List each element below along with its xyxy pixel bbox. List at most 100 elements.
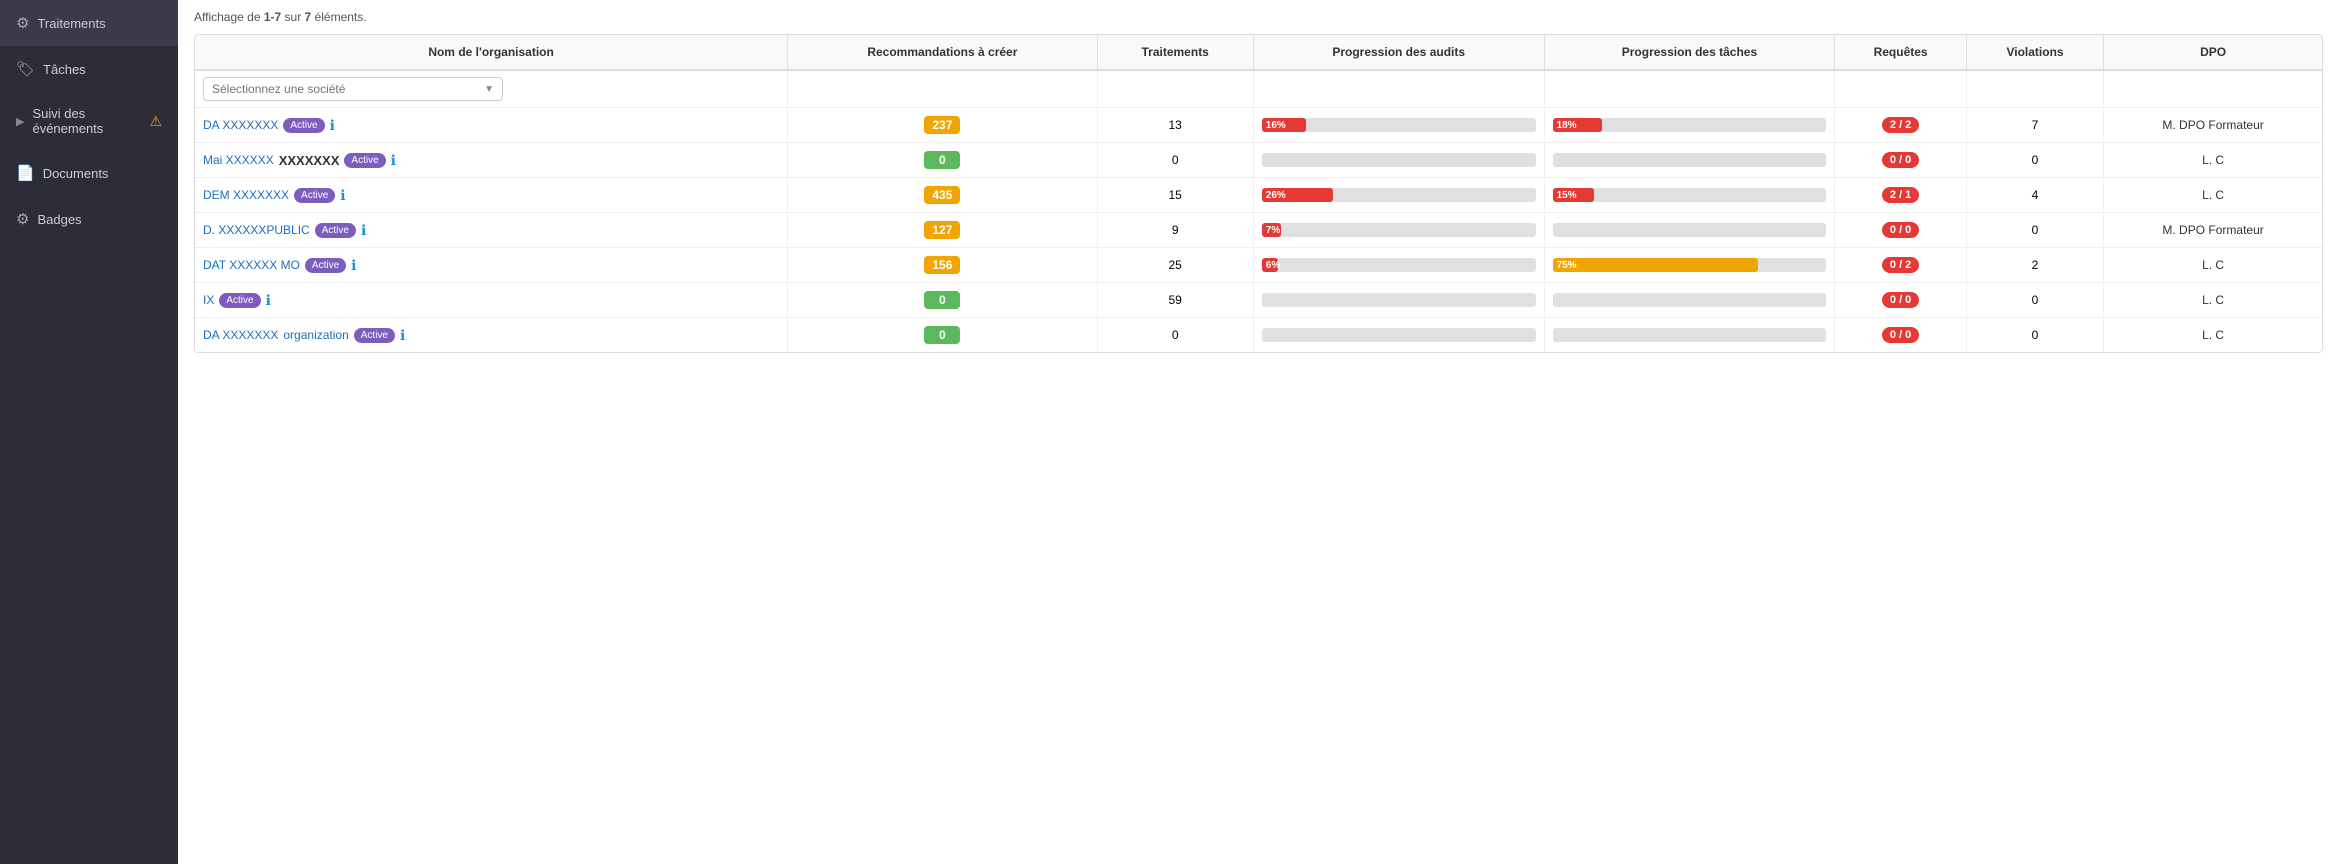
rec-cell: 435	[788, 178, 1097, 213]
violations-cell: 7	[1966, 108, 2103, 143]
audit-progress-container	[1262, 153, 1536, 167]
org-filter-container[interactable]: ▼	[203, 77, 503, 101]
req-cell: 0 / 0	[1835, 143, 1967, 178]
main-content: Affichage de 1-7 sur 7 éléments. Nom de …	[178, 0, 2339, 864]
org-name-cell: DA XXXXXXX Activeℹ	[195, 108, 788, 143]
org-name-cell: DAT XXXXXX MO Activeℹ	[195, 248, 788, 283]
task-progress-container	[1553, 223, 1827, 237]
info-icon[interactable]: ℹ	[266, 292, 271, 309]
audit-progress-label: 16%	[1266, 118, 1286, 132]
filter-row: ▼	[195, 70, 2322, 108]
col-traitements: Traitements	[1097, 35, 1253, 70]
rec-badge: 0	[924, 326, 960, 344]
traitements-cell: 25	[1097, 248, 1253, 283]
audit-progress-bar: 7%	[1262, 223, 1281, 237]
req-badge: 2 / 1	[1882, 187, 1919, 203]
data-table-container: Nom de l'organisation Recommandations à …	[194, 34, 2323, 353]
info-icon[interactable]: ℹ	[330, 117, 335, 134]
org-name-group: DAT XXXXXX MO Activeℹ	[203, 257, 779, 274]
org-extra-text: XXXXXXX	[279, 153, 340, 168]
table-row: DAT XXXXXX MOActiveℹ156256%75%0 / 22L. C	[195, 248, 2322, 283]
task-progress-container	[1553, 328, 1827, 342]
dpo-cell: L. C	[2104, 283, 2322, 318]
info-icon[interactable]: ℹ	[400, 327, 405, 344]
sidebar-item-suivi[interactable]: ▶ Suivi des événements ⚠	[0, 92, 178, 150]
sidebar: ⚙ Traitements 🏷 Tâches ▶ Suivi des événe…	[0, 0, 178, 864]
active-badge: Active	[283, 118, 324, 133]
req-cell: 0 / 0	[1835, 318, 1967, 353]
audit-progress-label: 6%	[1266, 258, 1280, 272]
task-progress-bar: 75%	[1553, 258, 1758, 272]
audit-progress-container: 26%	[1262, 188, 1536, 202]
task-progress-container: 18%	[1553, 118, 1827, 132]
org-link[interactable]: IX	[203, 293, 214, 307]
rec-cell: 0	[788, 283, 1097, 318]
sidebar-item-label: Suivi des événements	[32, 106, 149, 136]
badge-gear-icon: ⚙	[16, 210, 29, 228]
org-link[interactable]: DEM XXXXXXX	[203, 188, 289, 202]
org-name-cell: IXActiveℹ	[195, 283, 788, 318]
task-progress-bar: 18%	[1553, 118, 1602, 132]
info-icon[interactable]: ℹ	[340, 187, 345, 204]
org-filter-input[interactable]	[212, 82, 484, 96]
org-link[interactable]: D. XXXXXXPUBLIC	[203, 223, 310, 237]
org-link[interactable]: DA XXXXXXX	[203, 118, 278, 132]
org-name-group: DEM XXXXXXXActiveℹ	[203, 187, 779, 204]
violations-cell: 0	[1966, 213, 2103, 248]
sidebar-item-documents[interactable]: 📄 Documents	[0, 150, 178, 196]
dpo-cell: L. C	[2104, 143, 2322, 178]
dpo-cell: L. C	[2104, 248, 2322, 283]
org-link[interactable]: DAT XXXXXX MO	[203, 258, 300, 272]
audit-cell: 26%	[1253, 178, 1544, 213]
audit-progress-bar: 26%	[1262, 188, 1333, 202]
audit-progress-label: 7%	[1266, 223, 1280, 237]
req-cell: 0 / 0	[1835, 213, 1967, 248]
info-icon[interactable]: ℹ	[361, 222, 366, 239]
dpo-cell: M. DPO Formateur	[2104, 213, 2322, 248]
audit-progress-bar: 6%	[1262, 258, 1278, 272]
req-badge: 0 / 0	[1882, 292, 1919, 308]
dpo-cell: L. C	[2104, 178, 2322, 213]
task-progress-container: 15%	[1553, 188, 1827, 202]
org-name-cell: DA XXXXXXXorganizationActiveℹ	[195, 318, 788, 353]
traitements-cell: 0	[1097, 143, 1253, 178]
info-icon[interactable]: ℹ	[351, 257, 356, 274]
table-row: Mai XXXXXXXXXXXXXActiveℹ000 / 00L. C	[195, 143, 2322, 178]
rec-cell: 0	[788, 318, 1097, 353]
task-cell: 18%	[1544, 108, 1835, 143]
org-link[interactable]: DA XXXXXXX	[203, 328, 278, 342]
org-link[interactable]: Mai XXXXXX	[203, 153, 274, 167]
col-requetes: Requêtes	[1835, 35, 1967, 70]
rec-badge: 156	[924, 256, 960, 274]
table-row: DA XXXXXXXorganizationActiveℹ000 / 00L. …	[195, 318, 2322, 353]
task-cell	[1544, 213, 1835, 248]
audit-progress-container: 16%	[1262, 118, 1536, 132]
org-name-group: D. XXXXXXPUBLIC Activeℹ	[203, 222, 779, 239]
audit-cell: 6%	[1253, 248, 1544, 283]
violations-cell: 0	[1966, 318, 2103, 353]
rec-badge: 127	[924, 221, 960, 239]
task-cell	[1544, 143, 1835, 178]
gear-icon: ⚙	[16, 14, 29, 32]
audit-progress-container: 7%	[1262, 223, 1536, 237]
org-name-cell: D. XXXXXXPUBLIC Activeℹ	[195, 213, 788, 248]
active-badge: Active	[305, 258, 346, 273]
sidebar-item-traitements[interactable]: ⚙ Traitements	[0, 0, 178, 46]
active-badge: Active	[315, 223, 356, 238]
audit-cell: 7%	[1253, 213, 1544, 248]
affichage-text: Affichage de 1-7 sur 7 éléments.	[194, 10, 2323, 24]
req-cell: 2 / 2	[1835, 108, 1967, 143]
col-violations: Violations	[1966, 35, 2103, 70]
rec-cell: 0	[788, 143, 1097, 178]
org-name-group: DA XXXXXXX Activeℹ	[203, 117, 779, 134]
sidebar-item-taches[interactable]: 🏷 Tâches	[0, 46, 178, 92]
info-icon[interactable]: ℹ	[391, 152, 396, 169]
task-cell: 75%	[1544, 248, 1835, 283]
task-progress-label: 75%	[1557, 258, 1577, 272]
sidebar-item-label: Documents	[43, 166, 109, 181]
org-name-group: Mai XXXXXXXXXXXXXActiveℹ	[203, 152, 779, 169]
sidebar-item-badges[interactable]: ⚙ Badges	[0, 196, 178, 242]
rec-badge: 237	[924, 116, 960, 134]
req-badge: 2 / 2	[1882, 117, 1919, 133]
rec-cell: 127	[788, 213, 1097, 248]
